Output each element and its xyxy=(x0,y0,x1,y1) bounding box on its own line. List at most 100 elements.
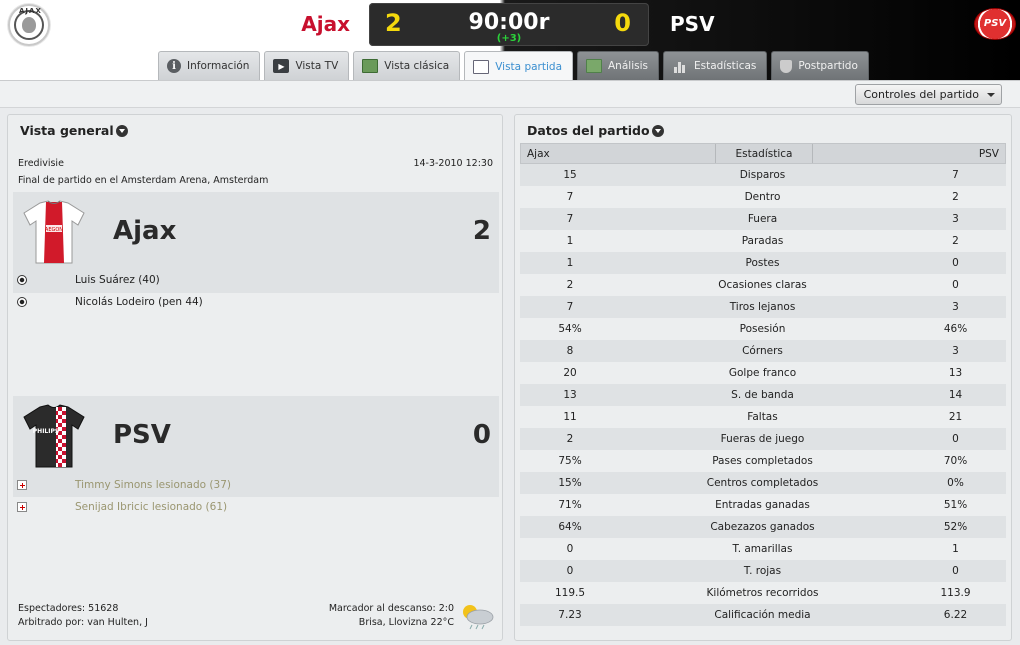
injury-event-row: Timmy Simons lesionado (37) xyxy=(13,475,499,497)
table-row: 1 Postes 0 xyxy=(520,252,1006,274)
stat-away-value: 2 xyxy=(952,235,959,247)
dropdown-icon[interactable] xyxy=(115,124,128,137)
home-team-name: Ajax xyxy=(301,12,350,36)
halftime-score: Marcador al descanso: 2:0 xyxy=(328,603,454,614)
column-header-away[interactable]: PSV xyxy=(813,144,1005,163)
stat-home-value: 71% xyxy=(558,499,582,511)
competition-name: Eredivisie xyxy=(18,158,64,169)
stat-home-value: 1 xyxy=(566,257,574,269)
stat-away-value: 14 xyxy=(948,389,963,401)
stat-home-value: 64% xyxy=(558,521,582,533)
table-row: 13 S. de banda 14 xyxy=(520,384,1006,406)
stat-home-value: 15 xyxy=(563,169,577,181)
stats-table: Ajax Estadística PSV 15 Disparos 7 7 Dentro 2… xyxy=(520,143,1006,626)
match-view-tabs: i Información ▶ Vista TV Vista clásica V… xyxy=(158,51,869,81)
tab-vista-clasica[interactable]: Vista clásica xyxy=(353,51,461,80)
match-date: 14-3-2010 12:30 xyxy=(413,158,493,169)
injury-icon xyxy=(17,502,27,512)
stats-header: Ajax Estadística PSV xyxy=(520,143,1006,164)
attendance-text: Espectadores: 51628 xyxy=(18,603,119,614)
overview-title[interactable]: Vista general xyxy=(20,123,128,138)
table-row: 0 T. rojas 0 xyxy=(520,560,1006,582)
table-row: 2 Fueras de juego 0 xyxy=(520,428,1006,450)
tab-informacion[interactable]: i Información xyxy=(158,51,261,80)
stat-away-value: 0 xyxy=(952,565,959,577)
stat-away-value: 1 xyxy=(952,543,959,555)
bars-icon xyxy=(672,59,688,73)
ajax-logo-icon: AJAX xyxy=(8,4,50,46)
event-text: Luis Suárez (40) xyxy=(75,274,160,286)
table-row: 7.23 Calificación media 6.22 xyxy=(520,604,1006,626)
stat-home-value: 20 xyxy=(563,367,577,379)
table-row: 0 T. amarillas 1 xyxy=(520,538,1006,560)
stat-away-value: 0% xyxy=(947,477,964,489)
tab-vista-tv[interactable]: ▶ Vista TV xyxy=(264,51,350,80)
stat-away-value: 113.9 xyxy=(940,587,971,599)
match-clock: 90:00r xyxy=(468,10,550,35)
referee-text: Arbitrado por: van Hulten, J xyxy=(18,617,148,628)
column-header-home[interactable]: Ajax xyxy=(521,144,716,163)
away-team-score: 0 xyxy=(472,420,491,450)
stat-label: Golpe franco xyxy=(728,367,797,379)
stat-away-value: 0 xyxy=(952,279,959,291)
tab-analisis[interactable]: Análisis xyxy=(577,51,659,80)
event-text: Senijad Ibricic lesionado (61) xyxy=(75,501,228,513)
stat-home-value: 0 xyxy=(566,565,574,577)
table-row: 64% Cabezazos ganados 52% xyxy=(520,516,1006,538)
stat-label: Pases completados xyxy=(712,455,813,467)
event-text: Timmy Simons lesionado (37) xyxy=(75,479,231,491)
dropdown-icon[interactable] xyxy=(651,124,664,137)
svg-text:PHILIPS: PHILIPS xyxy=(33,428,59,435)
weather-text: Brisa, Llovizna 22°C xyxy=(358,617,454,628)
stat-label: Calificación media xyxy=(714,609,811,621)
stat-label: Disparos xyxy=(739,169,786,181)
toolbar: Controles del partido xyxy=(0,80,1020,108)
away-score: 0 xyxy=(614,9,631,37)
ajax-shirt-icon: AEGON xyxy=(23,200,85,264)
home-team-score: 2 xyxy=(472,216,491,246)
stat-label: Dentro xyxy=(744,191,781,203)
weather-drizzle-icon xyxy=(463,605,494,630)
away-team-title: PSV xyxy=(113,420,171,450)
shield-icon xyxy=(780,59,793,73)
table-row: 15% Centros completados 0% xyxy=(520,472,1006,494)
home-team-title: Ajax xyxy=(113,216,177,246)
match-data-panel: Datos del partido Ajax Estadística PSV 1… xyxy=(514,114,1012,641)
table-row: 54% Posesión 46% xyxy=(520,318,1006,340)
table-row: 71% Entradas ganadas 51% xyxy=(520,494,1006,516)
stat-home-value: 1 xyxy=(566,235,574,247)
table-row: 8 Córners 3 xyxy=(520,340,1006,362)
column-header-stat[interactable]: Estadística xyxy=(716,144,813,163)
stat-home-value: 7 xyxy=(566,213,574,225)
match-data-title[interactable]: Datos del partido xyxy=(527,123,664,138)
tab-postpartido[interactable]: Postpartido xyxy=(771,51,869,80)
info-icon: i xyxy=(167,59,181,73)
psv-shirt-icon: PHILIPS xyxy=(23,404,85,468)
stat-label: Kilómetros recorridos xyxy=(706,587,819,599)
venue-text: Final de partido en el Amsterdam Arena, … xyxy=(18,175,269,186)
stat-away-value: 2 xyxy=(952,191,959,203)
stat-away-value: 6.22 xyxy=(943,609,968,621)
tab-estadisticas[interactable]: Estadísticas xyxy=(662,51,768,80)
table-row: 20 Golpe franco 13 xyxy=(520,362,1006,384)
stat-away-value: 3 xyxy=(952,345,959,357)
table-row: 7 Dentro 2 xyxy=(520,186,1006,208)
match-controls-button[interactable]: Controles del partido xyxy=(854,84,1002,105)
event-text: Nicolás Lodeiro (pen 44) xyxy=(75,296,203,308)
stat-home-value: 0 xyxy=(566,543,574,555)
stat-away-value: 46% xyxy=(943,323,968,335)
psv-logo-icon: PSV xyxy=(974,8,1016,40)
stat-away-value: 3 xyxy=(952,213,959,225)
stat-away-value: 21 xyxy=(948,411,963,423)
stat-home-value: 119.5 xyxy=(554,587,586,599)
stat-home-value: 2 xyxy=(566,433,574,445)
stat-label: T. rojas xyxy=(743,565,782,577)
stat-home-value: 75% xyxy=(558,455,582,467)
tab-vista-partida[interactable]: Vista partida xyxy=(464,51,573,81)
added-time: (+3) xyxy=(496,33,522,44)
pitch-icon xyxy=(362,59,379,73)
svg-text:AEGON: AEGON xyxy=(45,227,63,233)
stat-label: Fueras de juego xyxy=(720,433,805,445)
stat-away-value: 7 xyxy=(952,169,959,181)
table-row: 75% Pases completados 70% xyxy=(520,450,1006,472)
